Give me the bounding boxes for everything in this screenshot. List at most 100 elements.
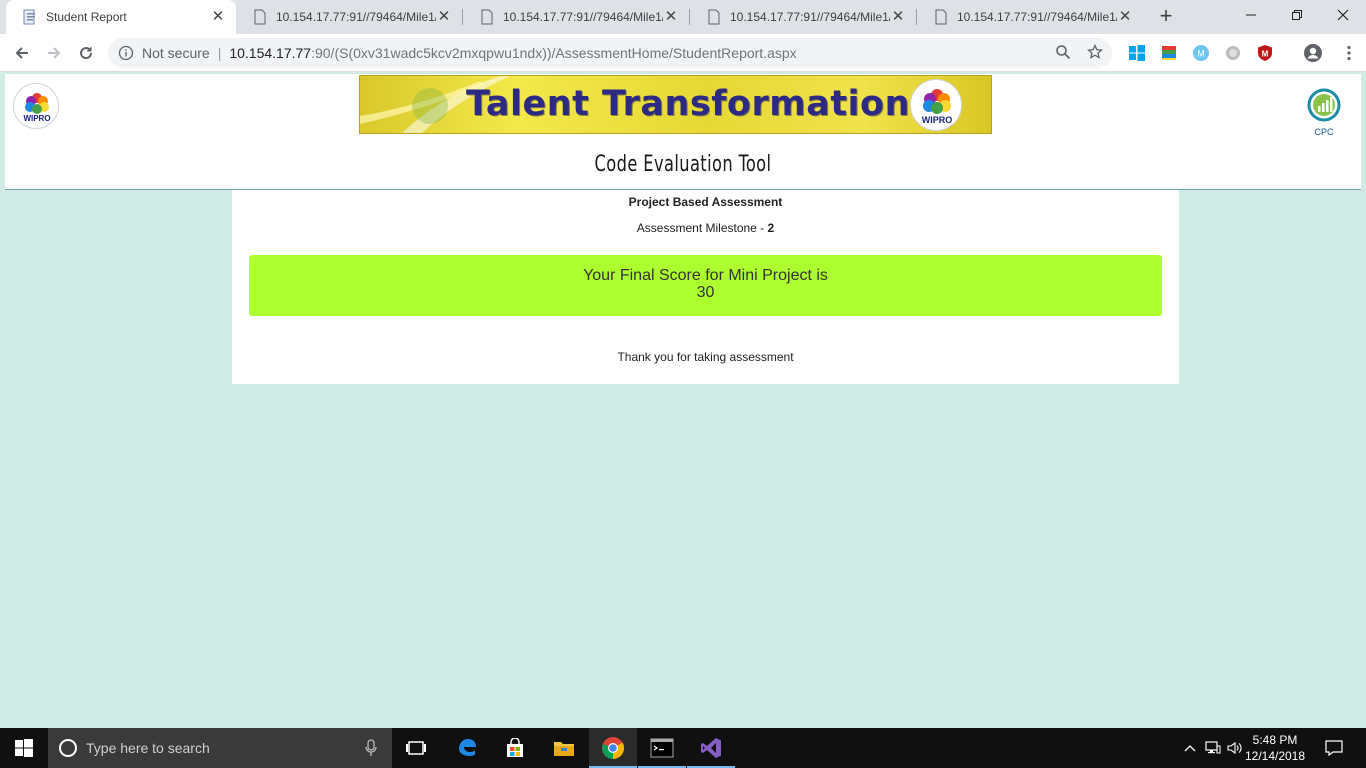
page-icon xyxy=(23,9,35,25)
tab-mile1-3[interactable]: 10.154.17.77:91//79464/Mile1/ ✕ xyxy=(690,0,916,34)
tab-mile1-4[interactable]: 10.154.17.77:91//79464/Mile1/ ✕ xyxy=(917,0,1143,34)
chevron-up-icon xyxy=(1184,745,1196,752)
document-icon xyxy=(708,9,720,25)
close-icon[interactable]: ✕ xyxy=(210,9,226,25)
milestone-text: Assessment Milestone - xyxy=(636,221,768,235)
windows-extension-icon[interactable] xyxy=(1128,44,1146,62)
action-center-button[interactable] xyxy=(1324,739,1344,757)
chrome-icon xyxy=(602,737,624,759)
reload-button[interactable] xyxy=(72,39,100,67)
minimize-button[interactable] xyxy=(1228,0,1274,30)
volume-button[interactable] xyxy=(1226,739,1244,757)
banner-wipro-logo: WIPRO xyxy=(910,79,962,131)
edge-icon xyxy=(459,739,476,756)
banner-title: Talent Transformation xyxy=(466,84,911,124)
report-panel: Project Based Assessment Assessment Mile… xyxy=(232,190,1179,384)
url-host: 10.154.17.77 xyxy=(229,45,312,61)
browser-tab-strip: Student Report ✕ 10.154.17.77:91//79464/… xyxy=(0,0,1366,34)
mcafee-extension-icon[interactable]: M xyxy=(1256,44,1274,62)
taskbar-search[interactable]: Type here to search xyxy=(48,728,392,768)
store-button[interactable] xyxy=(491,728,539,768)
close-window-button[interactable] xyxy=(1320,0,1366,30)
terminal-icon xyxy=(650,738,674,758)
arrow-right-icon xyxy=(48,47,61,59)
svg-text:WIPRO: WIPRO xyxy=(23,114,50,123)
forward-button[interactable] xyxy=(40,39,68,67)
close-icon[interactable]: ✕ xyxy=(1117,9,1133,25)
system-clock[interactable]: 5:48 PM 12/14/2018 xyxy=(1244,732,1306,764)
network-button[interactable] xyxy=(1204,739,1222,757)
circle-extension-icon[interactable] xyxy=(1224,44,1242,62)
menu-icon[interactable] xyxy=(1340,44,1358,62)
page-content: WIPRO Talent Transformation WIPRO CPC Co… xyxy=(0,72,1366,728)
star-icon xyxy=(1087,44,1103,59)
tab-title: 10.154.17.77:91//79464/Mile1/ xyxy=(730,10,890,24)
thank-you-message: Thank you for taking assessment xyxy=(617,350,794,364)
clock-time: 5:48 PM xyxy=(1252,733,1298,747)
tab-mile1-2[interactable]: 10.154.17.77:91//79464/Mile1/ ✕ xyxy=(463,0,689,34)
network-icon xyxy=(1205,741,1221,754)
palette-extension-icon[interactable] xyxy=(1160,44,1178,62)
site-header: WIPRO Talent Transformation WIPRO CPC Co… xyxy=(5,74,1361,190)
clock-date: 12/14/2018 xyxy=(1244,749,1306,763)
document-icon xyxy=(935,9,947,25)
svg-text:M: M xyxy=(1197,49,1205,59)
document-icon xyxy=(254,9,266,25)
show-hidden-icons-button[interactable] xyxy=(1181,739,1199,757)
tab-student-report[interactable]: Student Report ✕ xyxy=(6,0,236,34)
address-bar[interactable]: Not secure | 10.154.17.77:90/(S(0xv31wad… xyxy=(108,38,1112,68)
document-icon xyxy=(481,9,493,25)
minimize-icon xyxy=(1246,14,1256,16)
milestone-label: Assessment Milestone - 2 xyxy=(232,221,1179,235)
close-icon xyxy=(1337,9,1349,21)
close-icon[interactable]: ✕ xyxy=(663,9,679,25)
svg-text:WIPRO: WIPRO xyxy=(922,115,953,125)
cpc-logo: CPC xyxy=(1302,88,1346,138)
zoom-button[interactable] xyxy=(1053,42,1073,62)
svg-text:CPC: CPC xyxy=(1314,127,1334,137)
restore-button[interactable] xyxy=(1274,0,1320,30)
close-icon[interactable]: ✕ xyxy=(890,9,906,25)
task-view-icon xyxy=(406,741,426,755)
m-extension-icon[interactable]: M xyxy=(1192,44,1210,62)
info-icon[interactable] xyxy=(118,45,134,61)
assessment-type-label: Project Based Assessment xyxy=(628,195,783,209)
store-icon xyxy=(507,738,523,757)
address-divider: | xyxy=(217,45,222,61)
page-title: Code Evaluation Tool xyxy=(594,152,772,177)
back-button[interactable] xyxy=(8,39,36,67)
magnifier-icon xyxy=(1056,45,1071,60)
windows-logo-icon xyxy=(15,739,33,757)
terminal-button[interactable] xyxy=(638,728,686,768)
score-label: Your Final Score for Mini Project is xyxy=(583,267,828,284)
svg-text:M: M xyxy=(1262,50,1269,59)
url-path: :90/(S(0xv31wadc5kcv2mxqpwu1ndx))/Assess… xyxy=(311,45,797,61)
visual-studio-icon xyxy=(701,738,721,758)
tab-mile1-1[interactable]: 10.154.17.77:91//79464/Mile1/ ✕ xyxy=(236,0,462,34)
notification-icon xyxy=(1325,740,1343,756)
windows-taskbar: Type here to search 5:48 PM 12/14/2018 xyxy=(0,728,1366,768)
final-score-box: Your Final Score for Mini Project is 30 xyxy=(249,255,1162,316)
speaker-icon xyxy=(1227,741,1242,755)
tab-title: 10.154.17.77:91//79464/Mile1/ xyxy=(503,10,663,24)
tab-title: Student Report xyxy=(46,10,127,24)
cortana-icon xyxy=(59,739,77,757)
score-value: 30 xyxy=(696,284,715,301)
chrome-button[interactable] xyxy=(589,728,637,768)
bookmark-button[interactable] xyxy=(1085,42,1105,62)
arrow-left-icon xyxy=(15,47,28,59)
task-view-button[interactable] xyxy=(392,728,440,768)
file-explorer-button[interactable] xyxy=(540,728,588,768)
profile-icon[interactable] xyxy=(1303,43,1323,63)
cpc-chart-icon: CPC xyxy=(1307,88,1341,137)
close-icon[interactable]: ✕ xyxy=(436,9,452,25)
tab-title: 10.154.17.77:91//79464/Mile1/ xyxy=(957,10,1117,24)
start-button[interactable] xyxy=(0,728,48,768)
security-label[interactable]: Not secure xyxy=(142,45,210,61)
new-tab-button[interactable]: + xyxy=(1154,5,1178,29)
edge-button[interactable] xyxy=(443,728,491,768)
visual-studio-button[interactable] xyxy=(687,728,735,768)
restore-icon xyxy=(1292,10,1302,20)
microphone-icon[interactable] xyxy=(364,739,378,757)
milestone-value: 2 xyxy=(767,221,775,235)
